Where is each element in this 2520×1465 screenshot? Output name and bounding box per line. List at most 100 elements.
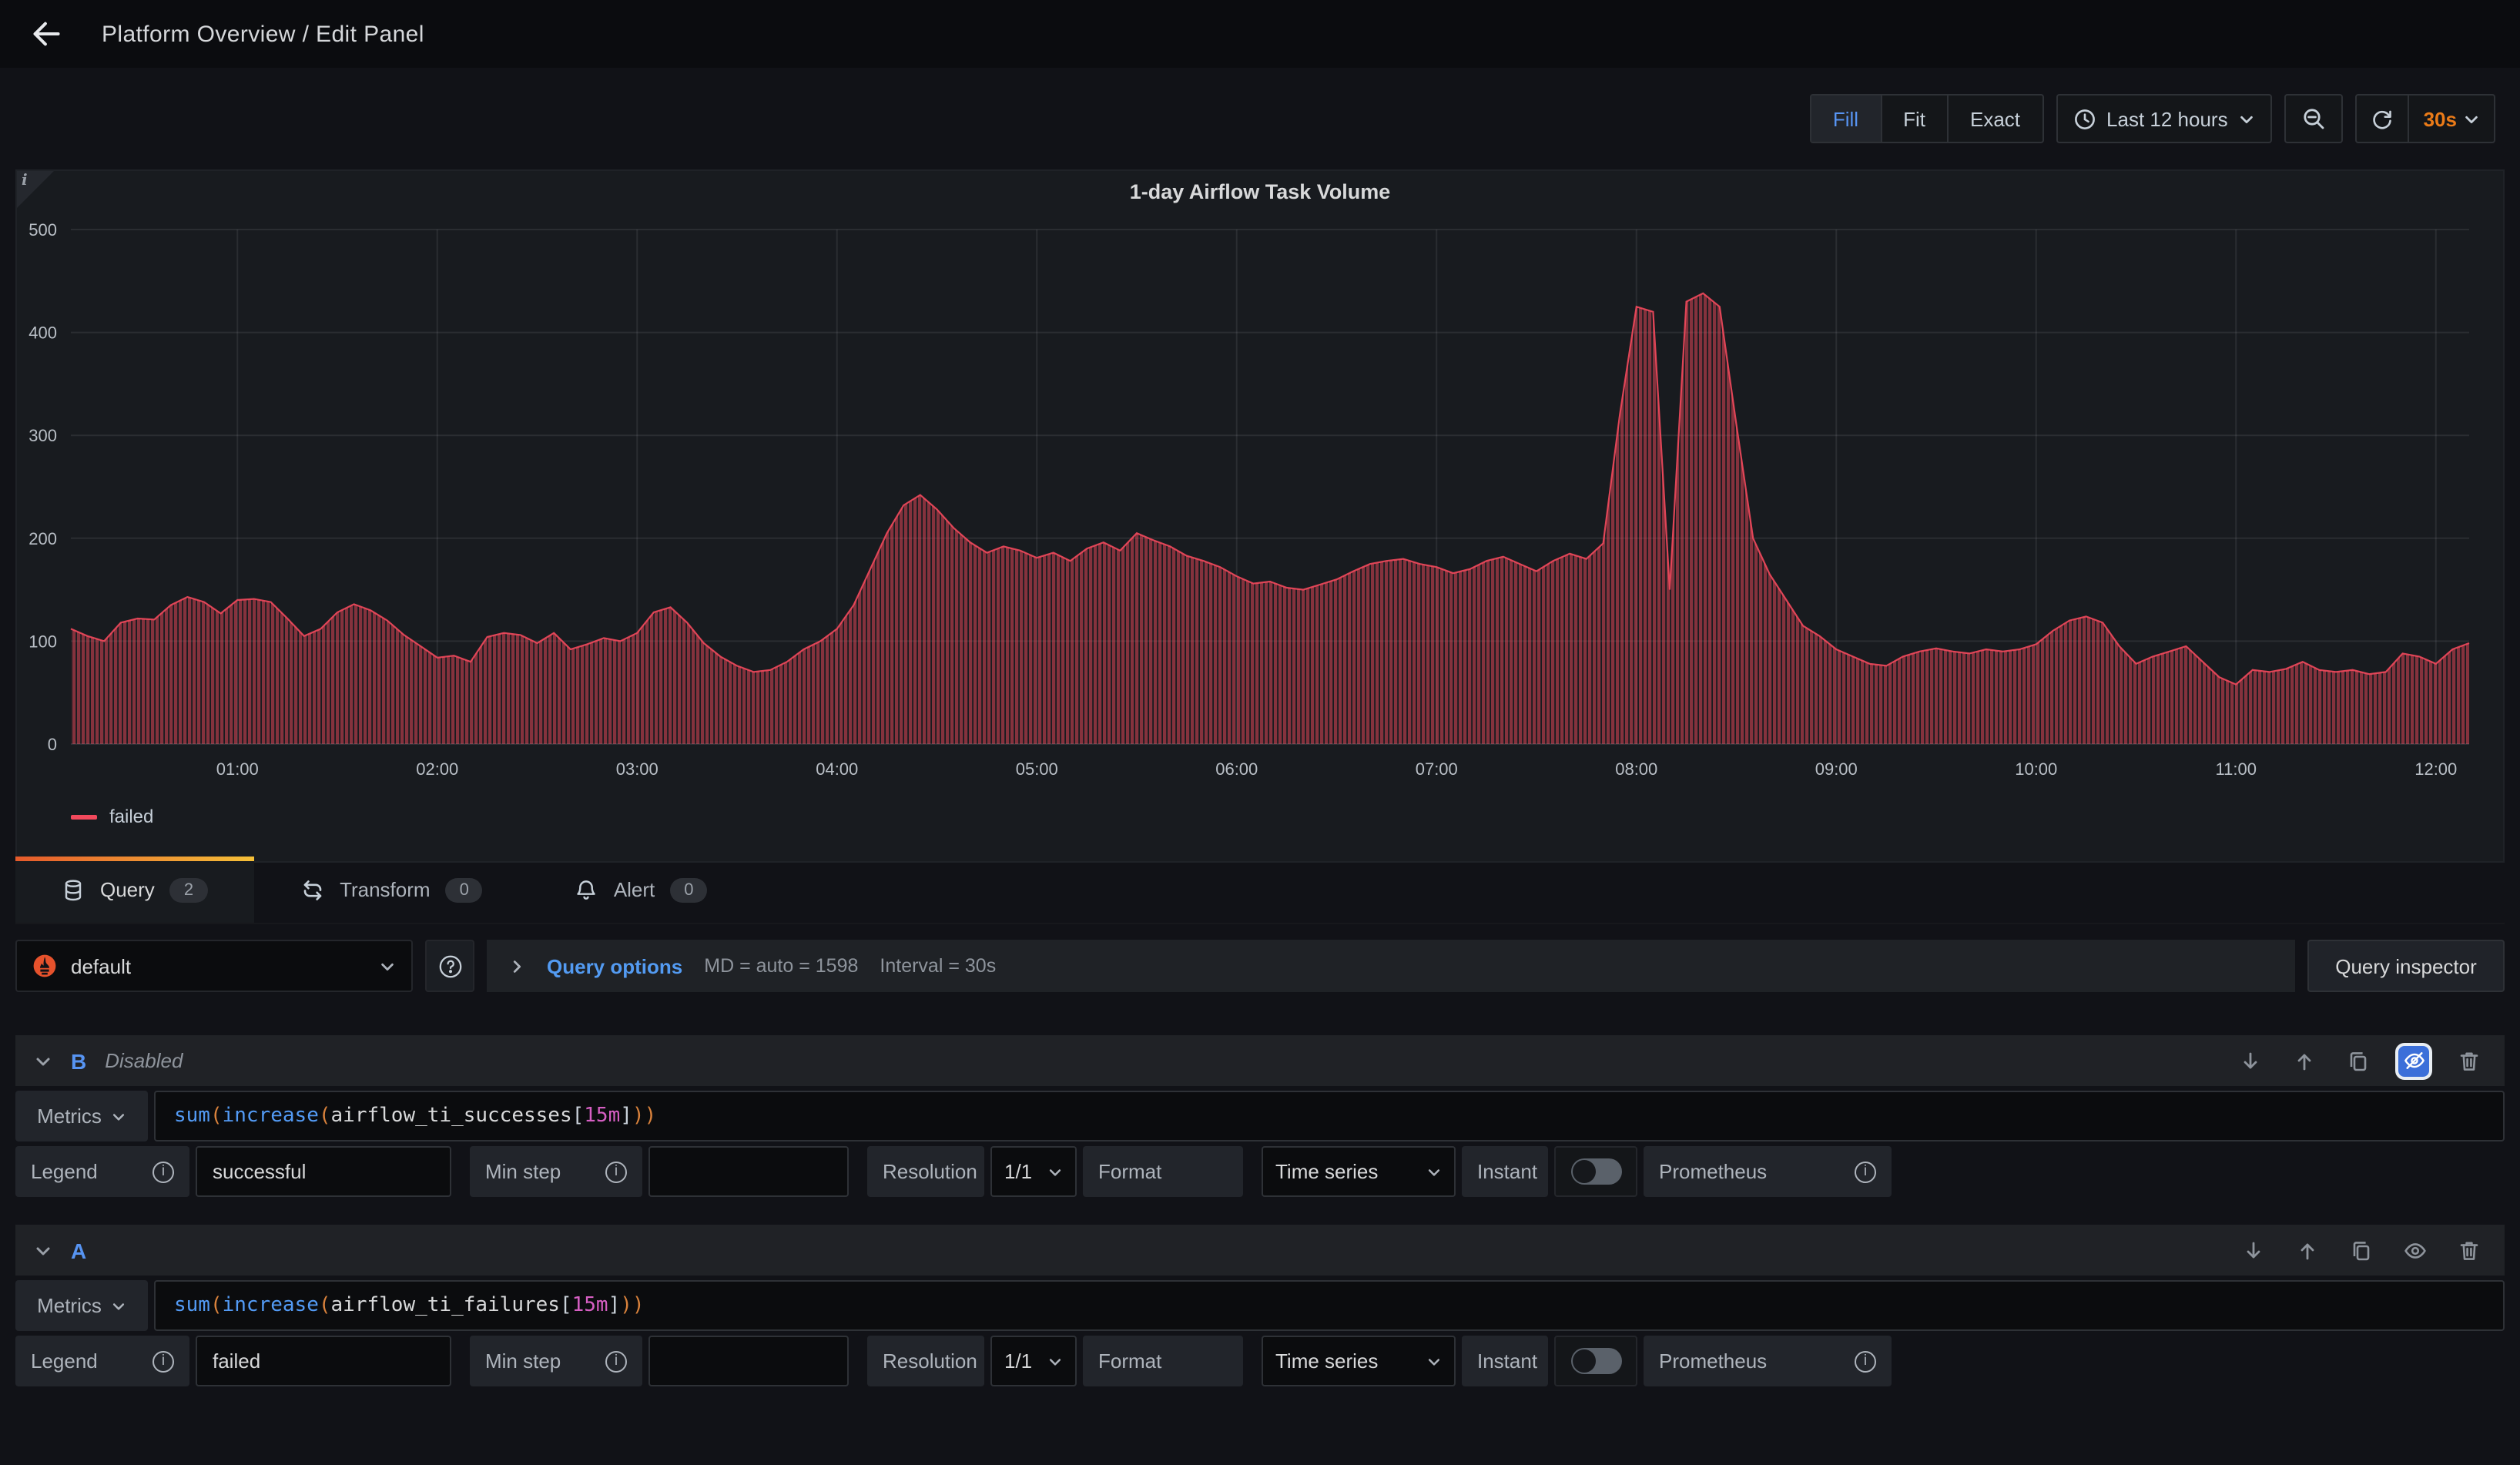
tab-alert[interactable]: Alert 0 bbox=[529, 857, 754, 923]
query-options-interval: Interval = 30s bbox=[880, 955, 996, 977]
move-query-down-button[interactable] bbox=[2237, 1233, 2270, 1267]
legend-series-color bbox=[71, 814, 97, 819]
chevron-down-icon bbox=[1426, 1353, 1442, 1369]
svg-text:09:00: 09:00 bbox=[1815, 759, 1858, 779]
remove-query-button[interactable] bbox=[2452, 1233, 2486, 1267]
min-step-input[interactable] bbox=[648, 1146, 849, 1197]
view-mode-exact-button[interactable]: Exact bbox=[1949, 96, 2042, 142]
metrics-dropdown[interactable]: Metrics bbox=[15, 1280, 148, 1331]
bell-icon bbox=[575, 877, 598, 902]
query-a-header[interactable]: A bbox=[15, 1225, 2505, 1276]
view-mode-fit-button[interactable]: Fit bbox=[1882, 96, 1949, 142]
svg-text:200: 200 bbox=[28, 529, 57, 548]
svg-text:02:00: 02:00 bbox=[416, 759, 458, 779]
datasource-row: default Query options MD = auto = 1598 I… bbox=[15, 940, 2505, 992]
refresh-control: 30s bbox=[2356, 94, 2495, 143]
query-inspector-button[interactable]: Query inspector bbox=[2307, 940, 2505, 992]
move-query-up-button[interactable] bbox=[2290, 1233, 2324, 1267]
resolution-dropdown[interactable]: 1/1 bbox=[990, 1336, 1077, 1386]
datasource-help-button[interactable] bbox=[425, 940, 474, 992]
info-icon[interactable]: i bbox=[152, 1350, 174, 1372]
tab-transform-label: Transform bbox=[340, 878, 431, 901]
instant-toggle[interactable] bbox=[1554, 1336, 1637, 1386]
copy-icon bbox=[2346, 1048, 2371, 1073]
remove-query-button[interactable] bbox=[2452, 1044, 2486, 1078]
move-query-down-button[interactable] bbox=[2233, 1044, 2267, 1078]
info-icon[interactable]: i bbox=[1855, 1161, 1876, 1182]
svg-text:0: 0 bbox=[48, 735, 57, 754]
query-ref-label: B bbox=[71, 1048, 86, 1073]
duplicate-query-button[interactable] bbox=[2341, 1044, 2375, 1078]
query-b-header[interactable]: B Disabled bbox=[15, 1035, 2505, 1086]
query-b-code-row: Metrics sum(increase(airflow_ti_successe… bbox=[15, 1091, 2505, 1141]
min-step-input[interactable] bbox=[648, 1336, 849, 1386]
chart-svg[interactable]: 010020030040050001:0002:0003:0004:0005:0… bbox=[17, 171, 2503, 803]
legend-input[interactable] bbox=[196, 1336, 451, 1386]
svg-text:11:00: 11:00 bbox=[2216, 759, 2257, 779]
chart-area: 010020030040050001:0002:0003:0004:0005:0… bbox=[17, 171, 2503, 807]
query-a-actions bbox=[2237, 1233, 2486, 1267]
back-button[interactable] bbox=[25, 12, 68, 55]
svg-text:01:00: 01:00 bbox=[216, 759, 259, 779]
instant-toggle[interactable] bbox=[1554, 1146, 1637, 1197]
view-mode-fill-button[interactable]: Fill bbox=[1811, 96, 1882, 142]
tab-alert-count: 0 bbox=[670, 877, 707, 902]
grafana-edit-panel: Platform Overview / Edit Panel Fill Fit … bbox=[0, 0, 2520, 1465]
toggle-knob bbox=[1572, 1349, 1595, 1373]
arrow-down-icon bbox=[2241, 1238, 2266, 1262]
prometheus-field-label: Prometheusi bbox=[1644, 1146, 1892, 1197]
promql-editor[interactable]: sum(increase(airflow_ti_failures[15m])) bbox=[154, 1280, 2505, 1331]
duplicate-query-button[interactable] bbox=[2344, 1233, 2378, 1267]
legend-field-label: Legendi bbox=[15, 1336, 189, 1386]
trash-icon bbox=[2457, 1238, 2481, 1262]
query-ref-label: A bbox=[71, 1238, 86, 1262]
format-field-label: Format bbox=[1083, 1146, 1243, 1197]
tab-transform[interactable]: Transform 0 bbox=[253, 857, 529, 923]
query-options-bar[interactable]: Query options MD = auto = 1598 Interval … bbox=[487, 940, 2295, 992]
editor-tabbar: Query 2 Transform 0 Alert 0 bbox=[15, 857, 2505, 924]
tab-query[interactable]: Query 2 bbox=[15, 857, 253, 923]
toggle-query-visibility-button[interactable] bbox=[2398, 1233, 2432, 1267]
chevron-down-icon bbox=[2463, 110, 2480, 127]
query-options-link[interactable]: Query options bbox=[547, 954, 682, 977]
toggle-query-visibility-button-disabled[interactable] bbox=[2395, 1042, 2432, 1079]
svg-text:07:00: 07:00 bbox=[1416, 759, 1458, 779]
metrics-dropdown[interactable]: Metrics bbox=[15, 1091, 148, 1141]
info-icon[interactable]: i bbox=[605, 1350, 627, 1372]
promql-editor[interactable]: sum(increase(airflow_ti_successes[15m])) bbox=[154, 1091, 2505, 1141]
svg-text:300: 300 bbox=[28, 426, 57, 445]
resolution-dropdown[interactable]: 1/1 bbox=[990, 1146, 1077, 1197]
info-icon[interactable]: i bbox=[1855, 1350, 1876, 1372]
info-icon[interactable]: i bbox=[152, 1161, 174, 1182]
refresh-button[interactable] bbox=[2357, 96, 2408, 142]
collapse-chevron-icon[interactable] bbox=[34, 1051, 52, 1070]
chevron-down-icon bbox=[111, 1298, 126, 1313]
zoom-out-button[interactable] bbox=[2285, 94, 2344, 143]
legend-series-label[interactable]: failed bbox=[109, 806, 153, 827]
refresh-icon bbox=[2371, 107, 2394, 130]
tab-query-count: 2 bbox=[170, 877, 207, 902]
legend-input[interactable] bbox=[196, 1146, 451, 1197]
eye-icon bbox=[2403, 1238, 2428, 1262]
datasource-picker[interactable]: default bbox=[15, 940, 413, 992]
format-dropdown[interactable]: Time series bbox=[1262, 1336, 1456, 1386]
time-range-label: Last 12 hours bbox=[2106, 107, 2228, 130]
svg-text:08:00: 08:00 bbox=[1615, 759, 1657, 779]
refresh-interval-dropdown[interactable]: 30s bbox=[2408, 96, 2494, 142]
query-options-md: MD = auto = 1598 bbox=[704, 955, 858, 977]
format-field-label: Format bbox=[1083, 1336, 1243, 1386]
resolution-field-label: Resolution bbox=[867, 1336, 984, 1386]
format-dropdown[interactable]: Time series bbox=[1262, 1146, 1456, 1197]
arrow-left-icon bbox=[31, 18, 62, 49]
time-range-picker[interactable]: Last 12 hours bbox=[2056, 94, 2273, 143]
info-icon[interactable]: i bbox=[605, 1161, 627, 1182]
chart-legend: failed bbox=[71, 806, 153, 827]
trash-icon bbox=[2457, 1048, 2481, 1073]
toggle-track bbox=[1570, 1348, 1621, 1374]
collapse-chevron-icon[interactable] bbox=[34, 1241, 52, 1259]
transform-icon bbox=[300, 877, 324, 902]
svg-text:400: 400 bbox=[28, 324, 57, 343]
legend-field-label: Legendi bbox=[15, 1146, 189, 1197]
move-query-up-button[interactable] bbox=[2287, 1044, 2321, 1078]
toggle-track bbox=[1570, 1158, 1621, 1185]
